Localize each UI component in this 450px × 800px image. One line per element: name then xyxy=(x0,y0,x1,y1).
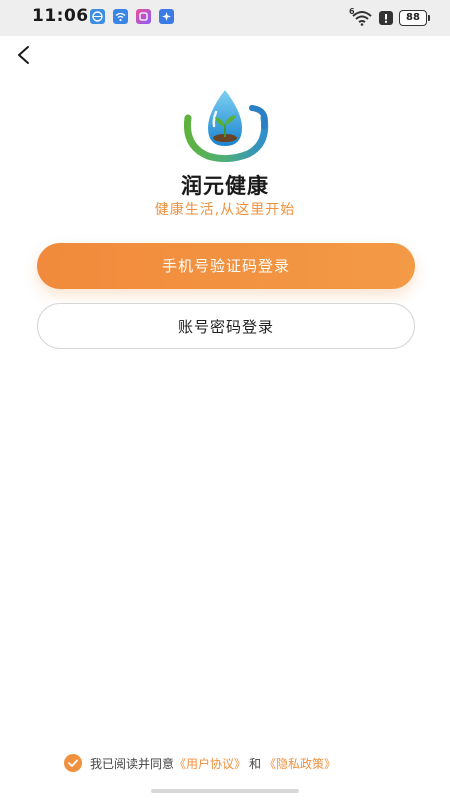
status-bar: 11:06 6 88 xyxy=(0,0,450,36)
home-indicator[interactable] xyxy=(151,789,299,793)
status-indicators: 6 88 xyxy=(349,7,430,27)
password-login-button[interactable]: 账号密码登录 xyxy=(37,303,415,349)
phone-code-login-button[interactable]: 手机号验证码登录 xyxy=(37,243,415,289)
alert-icon xyxy=(379,11,393,25)
checkmark-icon xyxy=(68,759,78,767)
water-drop-seedling-logo xyxy=(183,90,269,163)
wifi-app-icon xyxy=(113,9,128,24)
signal-label: 6 xyxy=(349,7,355,16)
user-agreement-link[interactable]: 《用户协议》 xyxy=(174,755,246,772)
app-name: 润元健康 xyxy=(181,174,269,198)
chevron-left-icon xyxy=(18,46,29,64)
browser-icon xyxy=(90,9,105,24)
agreement-row: 我已阅读并同意 《用户协议》 和 《隐私政策》 xyxy=(64,753,336,773)
assistant-app-icon xyxy=(159,9,174,24)
app-logo xyxy=(178,88,272,163)
agreement-prefix: 我已阅读并同意 xyxy=(90,756,175,771)
gallery-app-icon xyxy=(136,9,151,24)
privacy-policy-link[interactable]: 《隐私政策》 xyxy=(264,755,336,772)
back-button[interactable] xyxy=(8,40,40,72)
status-time: 11:06 xyxy=(32,6,89,26)
agreement-checkbox[interactable] xyxy=(64,754,82,772)
battery-tip-icon xyxy=(428,15,430,21)
app-slogan: 健康生活,从这里开始 xyxy=(154,202,296,218)
wifi-signal-icon: 6 xyxy=(349,7,373,27)
battery-level: 88 xyxy=(399,10,427,26)
agreement-conjunction: 和 xyxy=(249,756,262,771)
